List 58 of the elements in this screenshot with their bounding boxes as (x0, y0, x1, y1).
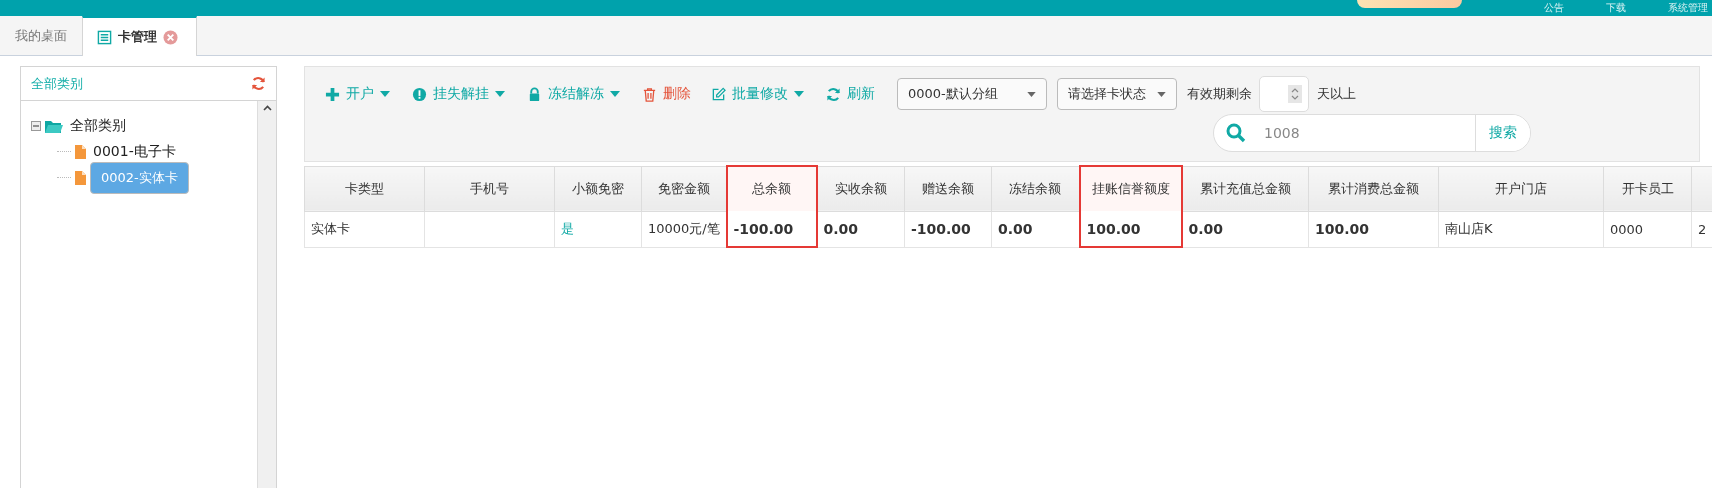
table-cell: 南山店K (1438, 211, 1604, 247)
days-field[interactable] (1259, 76, 1309, 112)
expiry-label: 有效期剩余 (1187, 85, 1252, 103)
tab[interactable]: 我的桌面 (0, 17, 82, 55)
search-icon (1226, 123, 1246, 143)
plus-icon (325, 86, 340, 102)
file-icon (75, 145, 86, 159)
caret-icon (794, 91, 804, 97)
refresh-icon (826, 86, 841, 102)
scroll-up-icon[interactable] (262, 105, 272, 111)
caret-icon (610, 91, 620, 97)
lock-icon (527, 86, 542, 102)
table-cell: -100.00 (726, 211, 817, 247)
column-header[interactable]: 总余额 (726, 166, 817, 211)
collapse-icon[interactable] (31, 121, 41, 131)
column-header[interactable]: 开卡员工 (1603, 166, 1692, 211)
days-suffix: 天以上 (1317, 85, 1356, 103)
trash-icon (642, 86, 657, 102)
column-header[interactable]: 开户门店 (1438, 166, 1604, 211)
close-icon[interactable] (163, 29, 178, 45)
table-cell: 0000 (1603, 211, 1692, 247)
caret-icon (495, 91, 505, 97)
column-header[interactable]: 手机号 (424, 166, 555, 211)
table-cell: 100.00 (1308, 211, 1439, 247)
search-field[interactable]: 1008 搜索 (1213, 114, 1531, 152)
promo-button[interactable] (1357, 0, 1462, 8)
column-header[interactable]: 累计充值总金额 (1181, 166, 1309, 211)
tree-item[interactable]: 0001-电子卡 (90, 142, 179, 162)
column-header[interactable]: 卡类型 (304, 166, 425, 211)
column-header[interactable]: 挂账信誉额度 (1079, 166, 1182, 211)
column-header[interactable]: 冻结余额 (991, 166, 1080, 211)
file-icon (75, 171, 86, 185)
scrollbar[interactable] (257, 101, 276, 488)
caret-icon (1157, 91, 1166, 97)
panel-title: 全部类别 (31, 74, 83, 93)
table-cell: 实体卡 (304, 211, 425, 247)
table-cell: 是 (554, 211, 642, 247)
folder-icon (45, 119, 63, 133)
edit-icon (711, 86, 726, 102)
column-header[interactable]: 累计消费总金额 (1308, 166, 1439, 211)
tree-item[interactable]: 全部类别 (67, 116, 129, 136)
caret-icon (380, 91, 390, 97)
list-icon (97, 29, 112, 45)
table-cell: 0.00 (1181, 211, 1309, 247)
caret-icon (1027, 91, 1036, 97)
column-header[interactable]: 实收余额 (816, 166, 905, 211)
column-header[interactable]: 免密金额 (641, 166, 727, 211)
column-header[interactable]: 小额免密 (554, 166, 642, 211)
column-header[interactable]: 赠送余额 (904, 166, 992, 211)
table-cell: 0.00 (816, 211, 905, 247)
group-select[interactable]: 0000-默认分组 (897, 78, 1047, 110)
table-cell: -100.00 (904, 211, 992, 247)
refresh-icon (251, 76, 266, 91)
alert-icon (412, 86, 427, 102)
tab[interactable]: 卡管理 (82, 16, 197, 56)
toolbar-button[interactable]: 删除 (642, 85, 691, 103)
status-select[interactable]: 请选择卡状态 (1057, 78, 1177, 110)
table-cell: 100.00 (1079, 211, 1182, 247)
